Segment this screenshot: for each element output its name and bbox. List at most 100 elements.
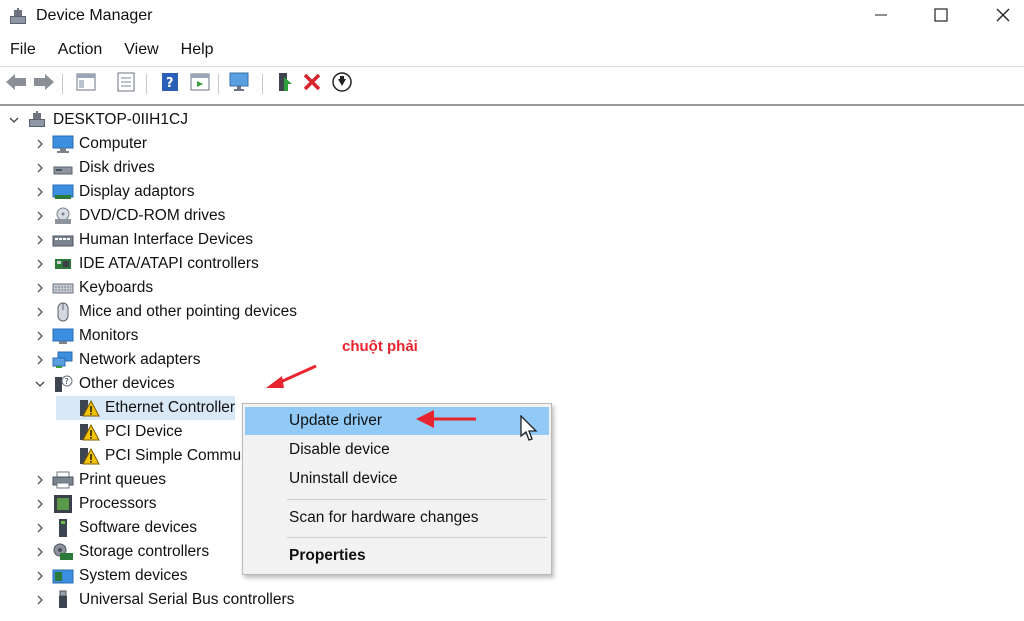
disk-drive-icon [52, 158, 74, 178]
tree-item-disk-drives[interactable]: Disk drives [32, 156, 155, 180]
warning-device-icon [78, 398, 100, 418]
menu-separator [287, 499, 547, 500]
tree-item-label: Other devices [79, 375, 175, 392]
scan-hardware-button[interactable] [228, 72, 252, 96]
chevron-right-icon[interactable] [32, 256, 48, 272]
menu-item-update-driver[interactable]: Update driver [245, 407, 549, 435]
tree-item-computer[interactable]: Computer [32, 132, 147, 156]
tree-item-network-adapters[interactable]: Network adapters [32, 348, 200, 372]
help-icon: ? [160, 72, 180, 97]
tree-item-ide-controllers[interactable]: IDE ATA/ATAPI controllers [32, 252, 259, 276]
tree-item-label: Mice and other pointing devices [79, 303, 297, 320]
toolbar-separator [62, 74, 63, 94]
tree-item-label: PCI Device [105, 423, 183, 440]
console-tree-button[interactable] [74, 72, 98, 96]
uninstall-device-button[interactable] [300, 72, 324, 96]
tree-child-pci-device[interactable]: PCI Device [56, 420, 183, 444]
maximize-button[interactable] [918, 0, 964, 34]
usb-icon [52, 590, 74, 610]
network-adapter-icon [52, 350, 74, 370]
tree-child-ethernet-controller[interactable]: Ethernet Controller [56, 396, 236, 420]
tree-item-label: Ethernet Controller [105, 399, 236, 416]
menu-file[interactable]: File [0, 38, 47, 64]
tree-item-usb-controllers[interactable]: Universal Serial Bus controllers [32, 588, 294, 612]
monitor-icon [52, 326, 74, 346]
menu-help[interactable]: Help [170, 38, 225, 64]
tree-root[interactable]: DESKTOP-0IIH1CJ [6, 108, 188, 132]
update-driver-icon [274, 71, 294, 98]
computer-root-icon [26, 110, 48, 130]
tree-item-storage-controllers[interactable]: Storage controllers [32, 540, 209, 564]
minimize-icon [875, 8, 887, 26]
show-hide-console-tree-icon [76, 73, 96, 96]
chevron-right-icon[interactable] [32, 520, 48, 536]
menu-action[interactable]: Action [47, 38, 113, 64]
tree-item-other-devices[interactable]: ? Other devices [32, 372, 175, 396]
help-button[interactable]: ? [158, 72, 182, 96]
update-driver-button[interactable] [272, 72, 296, 96]
tree-item-print-queues[interactable]: Print queues [32, 468, 166, 492]
back-arrow-icon [5, 73, 27, 96]
chevron-right-icon[interactable] [32, 160, 48, 176]
annotation-arrow-icon [266, 364, 317, 388]
chevron-right-icon[interactable] [32, 592, 48, 608]
tree-item-label: Human Interface Devices [79, 231, 254, 248]
chevron-right-icon[interactable] [32, 208, 48, 224]
mouse-icon [52, 302, 74, 322]
close-icon [996, 8, 1010, 27]
tree-item-label: IDE ATA/ATAPI controllers [79, 255, 259, 272]
warning-device-icon [78, 422, 100, 442]
menu-bar: File Action View Help [0, 38, 225, 64]
dvd-drive-icon [52, 206, 74, 226]
chevron-right-icon[interactable] [32, 544, 48, 560]
window-title: Device Manager [36, 7, 153, 24]
tree-item-label: Monitors [79, 327, 139, 344]
svg-text:?: ? [166, 76, 174, 91]
action-pane-button[interactable] [188, 72, 212, 96]
tree-item-label: Storage controllers [79, 543, 210, 560]
chevron-right-icon[interactable] [32, 472, 48, 488]
toolbar-separator [262, 74, 263, 94]
menu-divider [0, 66, 1024, 67]
menu-item-uninstall-device[interactable]: Uninstall device [245, 465, 549, 493]
chevron-right-icon[interactable] [32, 232, 48, 248]
tree-item-human-interface-devices[interactable]: Human Interface Devices [32, 228, 253, 252]
chevron-right-icon[interactable] [32, 184, 48, 200]
chevron-right-icon[interactable] [32, 568, 48, 584]
back-button[interactable] [4, 72, 28, 96]
chevron-right-icon[interactable] [32, 304, 48, 320]
tree-item-display-adaptors[interactable]: Display adaptors [32, 180, 194, 204]
chevron-right-icon[interactable] [32, 496, 48, 512]
tree-item-dvd-cd-rom-drives[interactable]: DVD/CD-ROM drives [32, 204, 225, 228]
menu-item-scan-hardware[interactable]: Scan for hardware changes [245, 504, 549, 532]
chevron-right-icon[interactable] [32, 136, 48, 152]
forward-button[interactable] [32, 72, 56, 96]
close-button[interactable] [980, 0, 1024, 34]
chevron-down-icon[interactable] [32, 376, 48, 392]
menu-view[interactable]: View [113, 38, 169, 64]
processor-icon [52, 494, 74, 514]
tree-item-label: DVD/CD-ROM drives [79, 207, 226, 224]
chevron-right-icon[interactable] [32, 328, 48, 344]
tree-item-keyboards[interactable]: Keyboards [32, 276, 153, 300]
tree-item-label: System devices [79, 567, 188, 584]
properties-icon [116, 72, 136, 97]
enable-device-button[interactable] [330, 71, 354, 96]
chevron-down-icon[interactable] [6, 112, 22, 128]
annotation-arrow-icon [416, 410, 476, 428]
tree-item-monitors[interactable]: Monitors [32, 324, 138, 348]
tree-child-pci-simple-communications[interactable]: PCI Simple Commu [56, 444, 241, 468]
chevron-right-icon[interactable] [32, 352, 48, 368]
minimize-button[interactable] [858, 0, 904, 34]
chevron-right-icon[interactable] [32, 280, 48, 296]
software-device-icon [52, 518, 74, 538]
menu-separator [287, 537, 547, 538]
device-manager-icon [8, 7, 28, 27]
menu-item-properties[interactable]: Properties [245, 542, 549, 570]
tree-item-processors[interactable]: Processors [32, 492, 157, 516]
menu-item-disable-device[interactable]: Disable device [245, 436, 549, 464]
properties-button[interactable] [114, 72, 138, 96]
tree-item-system-devices[interactable]: System devices [32, 564, 188, 588]
tree-item-mice[interactable]: Mice and other pointing devices [32, 300, 297, 324]
tree-item-software-devices[interactable]: Software devices [32, 516, 197, 540]
